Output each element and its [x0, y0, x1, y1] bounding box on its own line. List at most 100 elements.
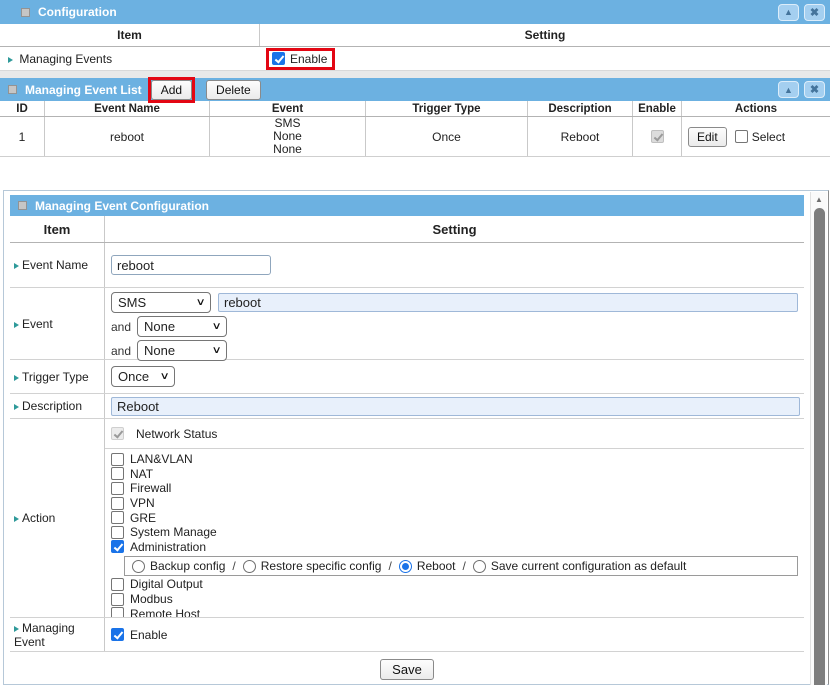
firewall-label: Firewall	[130, 481, 171, 495]
backup-config-label: Backup config	[150, 559, 225, 573]
remote-host-checkbox[interactable]	[111, 607, 124, 617]
event-config-panel-title: Managing Event Configuration	[35, 199, 209, 213]
row-event-name: reboot	[45, 117, 210, 156]
trigger-type-label: Trigger Type	[22, 370, 89, 384]
nat-checkbox[interactable]	[111, 467, 124, 480]
event-label: Event	[22, 317, 53, 331]
digital-output-checkbox[interactable]	[111, 578, 124, 591]
network-status-label: Network Status	[136, 427, 217, 441]
restore-config-radio[interactable]	[243, 560, 256, 573]
panel-square-icon	[21, 8, 30, 17]
chevron-down-icon: ∨	[211, 321, 221, 332]
gre-checkbox[interactable]	[111, 511, 124, 524]
bullet-arrow-icon	[14, 404, 19, 410]
radio-separator: /	[232, 559, 235, 573]
and-label: and	[111, 344, 137, 358]
reboot-radio[interactable]	[399, 560, 412, 573]
save-default-radio[interactable]	[473, 560, 486, 573]
scrollbar-thumb[interactable]	[814, 208, 825, 685]
action-option-administration: Administration	[111, 540, 800, 555]
vertical-scrollbar[interactable]: ▲	[810, 192, 827, 685]
enable-label: Enable	[290, 52, 327, 66]
column-header-event-name: Event Name	[45, 101, 210, 116]
add-button[interactable]: Add	[151, 80, 192, 100]
column-header-item: Item	[10, 216, 105, 242]
row-enable-state	[633, 117, 682, 156]
action-option-vpn: VPN	[111, 496, 800, 511]
event-config-panel-header: Managing Event Configuration	[10, 195, 804, 216]
modbus-checkbox[interactable]	[111, 593, 124, 606]
managing-events-label: Managing Events	[19, 52, 112, 66]
chevron-down-icon: ∨	[195, 297, 205, 308]
panel-square-icon	[8, 85, 17, 94]
bullet-arrow-icon	[14, 516, 19, 522]
trigger-type-select[interactable]: Once ∨	[111, 366, 175, 387]
event-name-row: Event Name reboot	[10, 243, 804, 288]
event-value-input[interactable]: reboot	[218, 293, 798, 312]
panel-square-icon	[18, 201, 27, 210]
row-trigger-type: Once	[366, 117, 528, 156]
section-divider	[0, 71, 830, 78]
event-and-value-1: None	[144, 319, 175, 334]
event-name-input[interactable]: reboot	[111, 255, 271, 275]
action-option-remote-host: Remote Host	[111, 606, 800, 617]
select-checkbox[interactable]	[735, 130, 748, 143]
select-label: Select	[752, 130, 785, 144]
description-label: Description	[22, 399, 82, 413]
nat-label: NAT	[130, 467, 153, 481]
digital-output-label: Digital Output	[130, 577, 203, 591]
action-option-digital-output: Digital Output	[111, 577, 800, 592]
close-panel-button[interactable]: ✖	[804, 4, 825, 21]
column-header-setting: Setting	[105, 216, 804, 242]
vpn-label: VPN	[130, 496, 155, 510]
event-and-value-2: None	[144, 343, 175, 358]
collapse-panel-button[interactable]: ▲	[778, 4, 799, 21]
table-row: 1 reboot SMS None None Once Reboot Edit …	[0, 117, 830, 157]
action-option-firewall: Firewall	[111, 481, 800, 496]
event-list-panel-header: Managing Event List Add Delete ▲ ✖	[0, 78, 830, 101]
chevron-down-icon: ∨	[159, 371, 169, 382]
lan-vlan-checkbox[interactable]	[111, 453, 124, 466]
trigger-type-row: Trigger Type Once ∨	[10, 360, 804, 394]
managing-event-enable-label: Enable	[130, 628, 167, 642]
network-status-option: Network Status	[105, 419, 804, 449]
edit-button[interactable]: Edit	[688, 127, 727, 147]
event-and-select-2[interactable]: None ∨	[137, 340, 227, 361]
managing-events-enable-checkbox[interactable]	[272, 52, 285, 65]
description-input[interactable]: Reboot	[111, 397, 800, 416]
scroll-up-arrow-icon[interactable]: ▲	[811, 192, 827, 207]
system-manage-checkbox[interactable]	[111, 526, 124, 539]
administration-label: Administration	[130, 540, 206, 554]
network-status-checkbox	[111, 427, 124, 440]
save-default-label: Save current configuration as default	[491, 559, 686, 573]
managing-events-row: Managing Events Enable	[0, 47, 830, 71]
backup-config-radio[interactable]	[132, 560, 145, 573]
managing-event-enable-checkbox[interactable]	[111, 628, 124, 641]
event-and-select-1[interactable]: None ∨	[137, 316, 227, 337]
administration-radio-group: Backup config / Restore specific config …	[124, 556, 798, 576]
save-button[interactable]: Save	[380, 659, 434, 680]
firewall-checkbox[interactable]	[111, 482, 124, 495]
gre-label: GRE	[130, 511, 156, 525]
event-type-select[interactable]: SMS ∨	[111, 292, 211, 313]
radio-separator: /	[463, 559, 466, 573]
row-enable-checkbox	[651, 130, 664, 143]
column-header-setting: Setting	[260, 24, 830, 46]
column-header-enable: Enable	[633, 101, 682, 116]
collapse-panel-button[interactable]: ▲	[778, 81, 799, 98]
close-panel-button[interactable]: ✖	[804, 81, 825, 98]
delete-button[interactable]: Delete	[206, 80, 261, 100]
trigger-type-value: Once	[118, 369, 149, 384]
and-label: and	[111, 320, 137, 334]
administration-checkbox[interactable]	[111, 540, 124, 553]
event-config-table-header: Item Setting	[10, 216, 804, 243]
action-option-system-manage: System Manage	[111, 525, 800, 540]
managing-event-label: Managing Event	[14, 621, 75, 649]
column-header-trigger-type: Trigger Type	[366, 101, 528, 116]
row-id: 1	[0, 117, 45, 156]
vpn-checkbox[interactable]	[111, 497, 124, 510]
action-row: Action Network Status LAN&VLAN NAT	[10, 419, 804, 618]
bullet-arrow-icon	[14, 375, 19, 381]
event-type-value: SMS	[118, 295, 146, 310]
restore-config-label: Restore specific config	[261, 559, 382, 573]
